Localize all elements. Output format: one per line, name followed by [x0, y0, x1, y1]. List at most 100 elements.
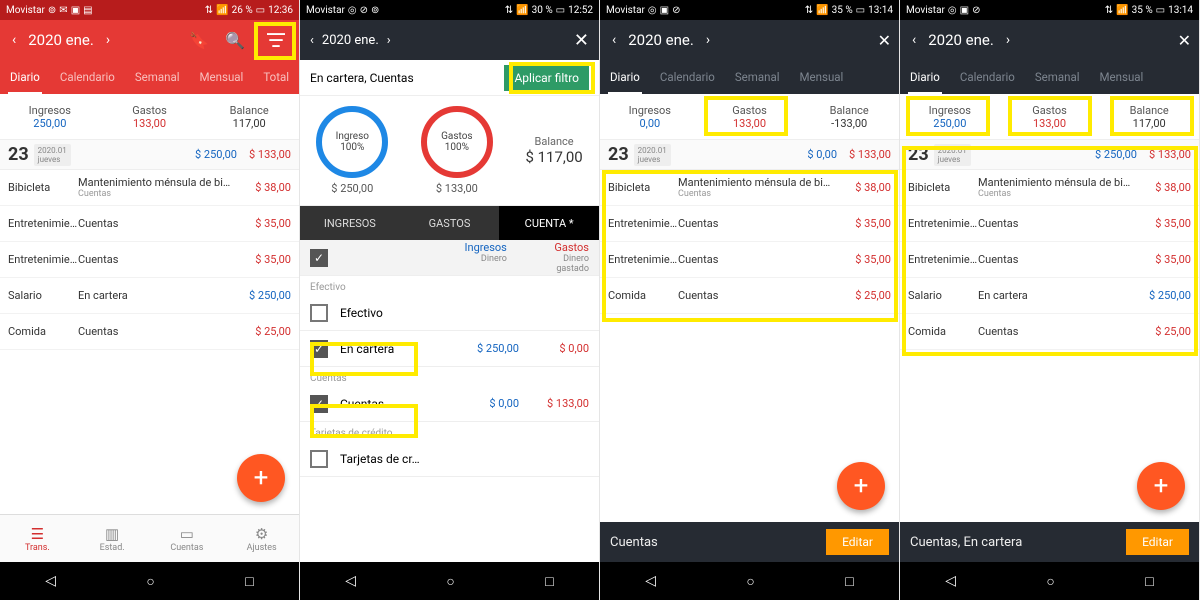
select-all-row[interactable]: ✓ IngresosDinero GastosDinero gastado: [300, 240, 599, 276]
tab-semanal[interactable]: Semanal: [1025, 60, 1090, 94]
seg-gastos[interactable]: GASTOS: [400, 206, 500, 240]
transaction-row[interactable]: ComidaCuentas$ 25,00: [900, 314, 1199, 350]
seg-cuenta[interactable]: CUENTA *: [499, 206, 599, 240]
transaction-row[interactable]: BibicletaMantenimiento ménsula de bi…Cue…: [0, 170, 299, 206]
home-button[interactable]: ○: [146, 573, 154, 590]
back-button[interactable]: ◁: [45, 573, 56, 589]
app-bar: ‹ 2020 ene. › ✕: [600, 20, 899, 60]
next-month-button[interactable]: ›: [702, 32, 714, 48]
close-icon[interactable]: ✕: [1178, 31, 1191, 50]
summary-row: Ingresos0,00 Gastos133,00 Balance-133,00: [600, 94, 899, 140]
tab-diario[interactable]: Diario: [0, 60, 50, 94]
tab-mensual[interactable]: Mensual: [790, 60, 854, 94]
prev-month-button[interactable]: ‹: [908, 32, 920, 48]
option-cuentas[interactable]: ✓ Cuentas $ 0,00$ 133,00: [300, 386, 599, 422]
search-icon[interactable]: 🔍: [225, 31, 245, 50]
transaction-row[interactable]: SalarioEn cartera$ 250,00: [0, 278, 299, 314]
transaction-row[interactable]: ComidaCuentas$ 25,00: [600, 278, 899, 314]
android-nav: ◁ ○ □: [900, 562, 1199, 600]
month-title[interactable]: 2020 ene.: [628, 31, 694, 49]
tx-list: BibicletaMantenimiento ménsula de bi…Cue…: [900, 170, 1199, 350]
transaction-row[interactable]: Entretenimie…Cuentas$ 35,00: [0, 206, 299, 242]
month-title[interactable]: 2020 ene.: [322, 33, 379, 48]
recents-button[interactable]: □: [1145, 573, 1153, 590]
back-button[interactable]: ◁: [345, 573, 356, 589]
close-icon[interactable]: ✕: [878, 31, 891, 50]
bottom-nav: ☰Trans. ▥Estad. ▭Cuentas ⚙Ajustes: [0, 514, 299, 562]
home-button[interactable]: ○: [1046, 573, 1054, 590]
edit-button[interactable]: Editar: [1126, 529, 1189, 555]
status-bar: Movistar⊚✉▣▤ ⇅📶26 %▭12:36: [0, 0, 299, 20]
prev-month-button[interactable]: ‹: [310, 33, 314, 48]
view-tabs: Diario Calendario Semanal Mensual Total: [0, 60, 299, 94]
back-button[interactable]: ◁: [945, 573, 956, 589]
checkbox-cuentas[interactable]: ✓: [310, 395, 328, 413]
tab-diario[interactable]: Diario: [600, 60, 650, 94]
tab-mensual[interactable]: Mensual: [1090, 60, 1154, 94]
apply-filter-button[interactable]: Aplicar filtro: [504, 65, 589, 91]
transaction-row[interactable]: Entretenimie…Cuentas$ 35,00: [900, 242, 1199, 278]
seg-ingresos[interactable]: INGRESOS: [300, 206, 400, 240]
home-button[interactable]: ○: [446, 573, 454, 590]
checkbox-all[interactable]: ✓: [310, 249, 328, 267]
group-tarjetas: Tarjetas de crédito: [300, 422, 599, 441]
tab-calendario[interactable]: Calendario: [950, 60, 1025, 94]
next-month-button[interactable]: ›: [387, 33, 391, 48]
group-cuentas: Cuentas: [300, 367, 599, 386]
transaction-row[interactable]: Entretenimie…Cuentas$ 35,00: [0, 242, 299, 278]
month-title[interactable]: 2020 ene.: [28, 31, 94, 49]
tab-diario[interactable]: Diario: [900, 60, 950, 94]
nav-ajustes[interactable]: ⚙Ajustes: [224, 515, 299, 562]
bookmark-icon[interactable]: 🔖: [189, 31, 209, 50]
checkbox-cartera[interactable]: ✓: [310, 340, 328, 358]
option-cartera[interactable]: ✓ En cartera $ 250,00$ 0,00: [300, 331, 599, 367]
app-bar: ‹ 2020 ene. › ✕: [900, 20, 1199, 60]
group-efectivo: Efectivo: [300, 276, 599, 295]
home-button[interactable]: ○: [746, 573, 754, 590]
nav-trans[interactable]: ☰Trans.: [0, 515, 75, 562]
close-icon[interactable]: ✕: [574, 30, 589, 51]
transaction-row[interactable]: ComidaCuentas$ 25,00: [0, 314, 299, 350]
prev-month-button[interactable]: ‹: [608, 32, 620, 48]
option-tarjetas[interactable]: Tarjetas de cr…: [300, 441, 599, 477]
income-donut: Ingreso100%: [316, 106, 388, 178]
edit-bar: Cuentas Editar: [600, 522, 899, 562]
add-fab[interactable]: +: [237, 454, 285, 502]
option-efectivo[interactable]: Efectivo: [300, 295, 599, 331]
nav-estad[interactable]: ▥Estad.: [75, 515, 150, 562]
add-fab[interactable]: +: [1137, 462, 1185, 510]
pane-3: Movistar◎▣⊘ ⇅📶35 %▭13:14 ‹ 2020 ene. › ✕…: [600, 0, 900, 600]
date-header: 23 2020.01jueves $ 250,00$ 133,00: [900, 140, 1199, 170]
tx-list: BibicletaMantenimiento ménsula de bi…Cue…: [600, 170, 899, 314]
prev-month-button[interactable]: ‹: [8, 32, 20, 48]
date-header: 23 2020.01jueves $ 0,00$ 133,00: [600, 140, 899, 170]
transaction-row[interactable]: Entretenimie…Cuentas$ 35,00: [600, 206, 899, 242]
tab-semanal[interactable]: Semanal: [725, 60, 790, 94]
recents-button[interactable]: □: [545, 573, 553, 590]
transaction-row[interactable]: Entretenimie…Cuentas$ 35,00: [600, 242, 899, 278]
tab-total[interactable]: Total: [253, 60, 299, 94]
next-month-button[interactable]: ›: [1002, 32, 1014, 48]
month-title[interactable]: 2020 ene.: [928, 31, 994, 49]
recents-button[interactable]: □: [845, 573, 853, 590]
tab-mensual[interactable]: Mensual: [190, 60, 254, 94]
checkbox-tarjetas[interactable]: [310, 450, 328, 468]
transaction-row[interactable]: Entretenimie…Cuentas$ 35,00: [900, 206, 1199, 242]
edit-button[interactable]: Editar: [826, 529, 889, 555]
tab-calendario[interactable]: Calendario: [50, 60, 125, 94]
edit-bar-label: Cuentas: [610, 535, 658, 550]
filter-icon[interactable]: [261, 25, 291, 55]
transaction-row[interactable]: SalarioEn cartera$ 250,00: [900, 278, 1199, 314]
add-fab[interactable]: +: [837, 462, 885, 510]
tab-calendario[interactable]: Calendario: [650, 60, 725, 94]
transaction-row[interactable]: BibicletaMantenimiento ménsula de bi…Cue…: [900, 170, 1199, 206]
next-month-button[interactable]: ›: [102, 32, 114, 48]
transaction-row[interactable]: BibicletaMantenimiento ménsula de bi…Cue…: [600, 170, 899, 206]
nav-cuentas[interactable]: ▭Cuentas: [150, 515, 225, 562]
recents-button[interactable]: □: [245, 573, 253, 590]
tab-semanal[interactable]: Semanal: [125, 60, 190, 94]
status-bar: Movistar◎▣⊘ ⇅📶35 %▭13:14: [900, 0, 1199, 20]
back-button[interactable]: ◁: [645, 573, 656, 589]
checkbox-efectivo[interactable]: [310, 304, 328, 322]
pane-4: Movistar◎▣⊘ ⇅📶35 %▭13:14 ‹ 2020 ene. › ✕…: [900, 0, 1200, 600]
